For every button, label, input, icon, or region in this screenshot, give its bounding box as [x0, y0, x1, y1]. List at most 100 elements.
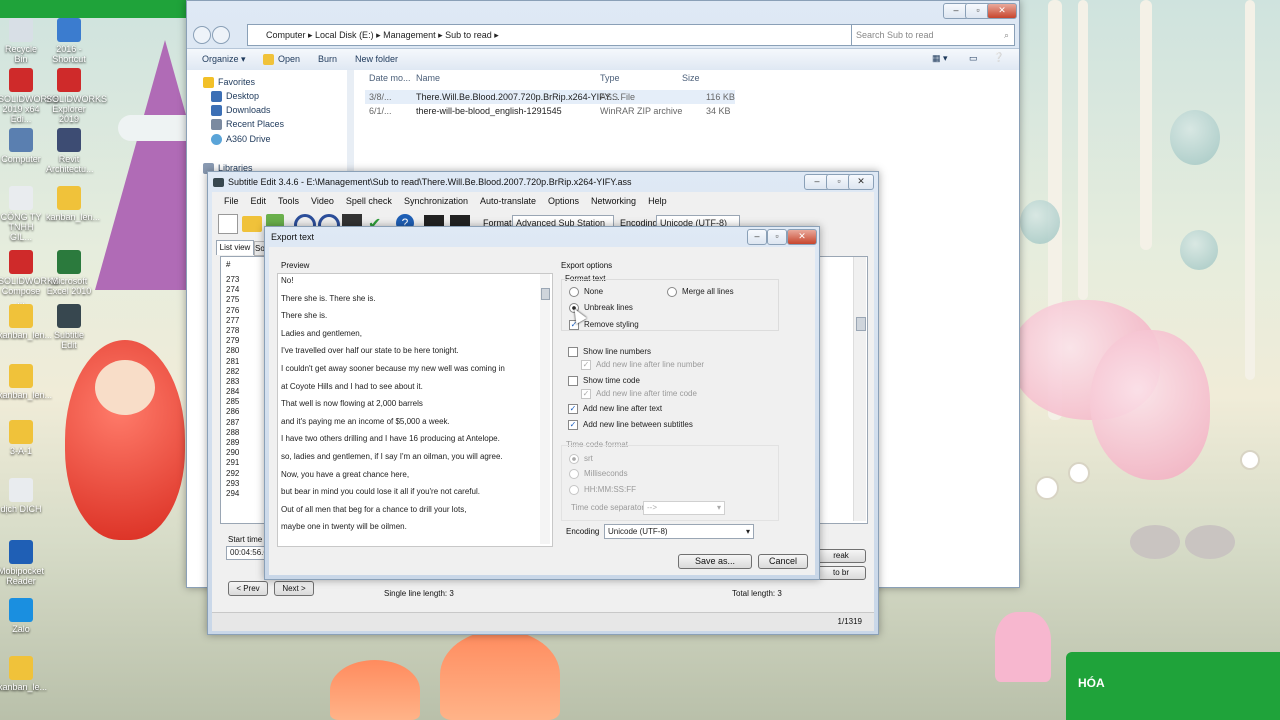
- table-row-number[interactable]: 288: [226, 428, 239, 438]
- burn-button[interactable]: Burn: [318, 54, 337, 64]
- table-row-number[interactable]: 273: [226, 275, 239, 285]
- table-row-number[interactable]: 281: [226, 357, 239, 367]
- cancel-button[interactable]: Cancel: [758, 554, 808, 569]
- desktop-icon-2[interactable]: SOLIDWORKS 2019 x64 Edi...: [0, 68, 59, 124]
- breadcrumb-separator-icon[interactable]: ▸: [374, 30, 384, 40]
- desktop-icon-4[interactable]: Computer: [0, 128, 44, 164]
- menu-item[interactable]: Networking: [591, 196, 636, 206]
- desktop-icon-9[interactable]: Microsoft Excel 2010: [46, 250, 92, 296]
- forward-button[interactable]: [212, 26, 230, 44]
- table-row-number[interactable]: 286: [226, 407, 239, 417]
- breadcrumb-item[interactable]: Computer: [266, 30, 306, 40]
- desktop-icon-12[interactable]: kanban_len...: [0, 364, 52, 400]
- auto-break-button[interactable]: reak: [816, 549, 866, 563]
- view-icon[interactable]: ▦ ▾: [932, 53, 948, 64]
- desktop-icon-5[interactable]: Revit Architectu...: [46, 128, 94, 174]
- table-row-number[interactable]: 284: [226, 387, 239, 397]
- sidebar-item-downloads[interactable]: Downloads: [211, 105, 271, 117]
- table-row-number[interactable]: 274: [226, 285, 239, 295]
- checkbox-add-after-time-code[interactable]: ✓ Add new line after time code: [581, 389, 697, 399]
- menu-item[interactable]: Synchronization: [404, 196, 468, 206]
- table-row-number[interactable]: 278: [226, 326, 239, 336]
- separator-dropdown[interactable]: --> ▾: [643, 501, 725, 515]
- checkbox-add-between-subtitles[interactable]: ✓ Add new line between subtitles: [568, 420, 693, 430]
- breadcrumb-item[interactable]: Sub to read: [445, 30, 492, 40]
- radio-srt[interactable]: srt: [569, 454, 593, 464]
- table-row-number[interactable]: 283: [226, 377, 239, 387]
- table-row-number[interactable]: 287: [226, 418, 239, 428]
- menu-item[interactable]: File: [224, 196, 239, 206]
- list-scrollbar[interactable]: [853, 257, 866, 521]
- next-button[interactable]: Next >: [274, 581, 314, 596]
- desktop-icon-7[interactable]: kanban_len...: [46, 186, 100, 222]
- desktop-icon-8[interactable]: SOLIDWORKS Compose ...: [0, 250, 59, 306]
- desktop-icon-13[interactable]: 3-A-1: [0, 420, 44, 456]
- table-row-number[interactable]: 290: [226, 448, 239, 458]
- table-row-number[interactable]: 293: [226, 479, 239, 489]
- prev-button[interactable]: < Prev: [228, 581, 268, 596]
- breadcrumb-separator-icon[interactable]: ▸: [436, 30, 446, 40]
- table-row-number[interactable]: 285: [226, 397, 239, 407]
- sidebar-item-favorites[interactable]: Favorites: [203, 77, 255, 89]
- sidebar-splitter[interactable]: [347, 70, 354, 180]
- breadcrumb-separator-icon[interactable]: ▸: [306, 30, 316, 40]
- menu-item[interactable]: Video: [311, 196, 334, 206]
- desktop-icon-3[interactable]: SOLIDWORKS Explorer 2019: [46, 68, 107, 124]
- desktop-icon-16[interactable]: Zalo: [0, 598, 44, 634]
- menu-item[interactable]: Edit: [251, 196, 267, 206]
- desktop-icon-0[interactable]: Recycle Bin: [0, 18, 44, 64]
- dialog-close-button[interactable]: ✕: [787, 229, 817, 245]
- sidebar-item-a360[interactable]: A360 Drive: [211, 134, 271, 146]
- address-bar[interactable]: Computer ▸ Local Disk (E:) ▸ Management …: [247, 24, 861, 46]
- se-close-button[interactable]: ✕: [848, 174, 874, 190]
- checkbox-add-after-text[interactable]: ✓ Add new line after text: [568, 404, 662, 414]
- dialog-maximize-button[interactable]: ▫: [767, 229, 787, 245]
- column-date[interactable]: Date mo...: [369, 73, 411, 83]
- preview-textbox[interactable]: No! There she is. There she is. There she …: [277, 273, 553, 547]
- checkbox-show-time-code[interactable]: Show time code: [568, 376, 640, 386]
- table-row-number[interactable]: 282: [226, 367, 239, 377]
- radio-milliseconds[interactable]: Milliseconds: [569, 469, 628, 479]
- preview-pane-icon[interactable]: ▭: [969, 53, 978, 64]
- column-size[interactable]: Size: [682, 73, 700, 83]
- radio-hhmmssff[interactable]: HH:MM:SS:FF: [569, 485, 636, 495]
- dialog-minimize-button[interactable]: –: [747, 229, 767, 245]
- preview-scrollbar[interactable]: [540, 274, 550, 544]
- table-row-number[interactable]: 279: [226, 336, 239, 346]
- menu-item[interactable]: Tools: [278, 196, 299, 206]
- breadcrumb-item[interactable]: Local Disk (E:): [315, 30, 374, 40]
- column-name[interactable]: Name: [416, 73, 440, 83]
- radio-merge-all[interactable]: Merge all lines: [667, 287, 734, 297]
- menu-item[interactable]: Options: [548, 196, 579, 206]
- table-row-number[interactable]: 280: [226, 346, 239, 356]
- list-scroll-thumb[interactable]: [856, 317, 866, 331]
- table-row-number[interactable]: 276: [226, 306, 239, 316]
- save-as-button[interactable]: Save as...: [678, 554, 752, 569]
- sidebar-item-desktop[interactable]: Desktop: [211, 91, 259, 103]
- desktop-icon-10[interactable]: kanban_len...: [0, 304, 52, 340]
- table-row-number[interactable]: 292: [226, 469, 239, 479]
- dialog-encoding-dropdown[interactable]: Unicode (UTF-8) ▾: [604, 524, 754, 539]
- back-button[interactable]: [193, 26, 211, 44]
- new-folder-button[interactable]: New folder: [355, 54, 398, 64]
- table-row-number[interactable]: 291: [226, 458, 239, 468]
- menu-item[interactable]: Auto-translate: [480, 196, 536, 206]
- preview-scroll-thumb[interactable]: [541, 288, 550, 300]
- open-button[interactable]: Open: [263, 54, 300, 66]
- organize-button[interactable]: Organize ▾: [202, 54, 246, 65]
- desktop-icon-6[interactable]: CÔNG TY TNHH GIL...: [0, 186, 44, 242]
- breadcrumb-item[interactable]: Management: [383, 30, 436, 40]
- radio-none[interactable]: None: [569, 287, 603, 297]
- open-folder-icon[interactable]: [242, 216, 262, 232]
- checkbox-add-after-line-number[interactable]: ✓ Add new line after line number: [581, 360, 704, 370]
- menu-item[interactable]: Help: [648, 196, 667, 206]
- help-icon[interactable]: ❔: [993, 52, 1004, 63]
- table-row-number[interactable]: 275: [226, 295, 239, 305]
- column-type[interactable]: Type: [600, 73, 620, 83]
- table-row-number[interactable]: 277: [226, 316, 239, 326]
- close-button[interactable]: ✕: [987, 3, 1017, 19]
- desktop-icon-15[interactable]: Mobipocket Reader: [0, 540, 44, 586]
- sidebar-item-recent[interactable]: Recent Places: [211, 119, 284, 131]
- checkbox-show-line-numbers[interactable]: Show line numbers: [568, 347, 651, 357]
- unbreak-button[interactable]: to br: [816, 566, 866, 580]
